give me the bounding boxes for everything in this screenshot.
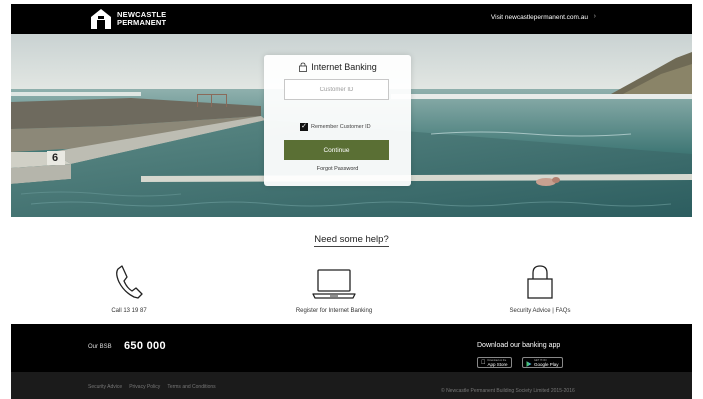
download-app-title: Download our banking app xyxy=(477,342,561,349)
pool-lane-number: 6 xyxy=(52,152,59,164)
help-label-security[interactable]: Security Advice | FAQs xyxy=(460,308,620,314)
visit-website-link[interactable]: Visit newcastlepermanent.com.au xyxy=(491,14,588,21)
help-heading: Need some help? xyxy=(0,234,703,247)
newcastle-permanent-logo[interactable]: NEWCASTLE PERMANENT xyxy=(89,6,166,32)
phone-icon xyxy=(49,262,209,300)
bsb-value: 650 000 xyxy=(124,340,166,352)
remember-customer-id-row[interactable]: ✓ Remember Customer ID xyxy=(300,123,371,131)
footer-link-terms[interactable]: Terms and Conditions xyxy=(167,384,215,390)
login-title-text: Internet Banking xyxy=(311,62,377,72)
chevron-right-icon: › xyxy=(593,13,596,20)
app-store-button[interactable]:  Download on the App Store xyxy=(477,357,512,368)
remember-label: Remember Customer ID xyxy=(311,124,371,130)
footer-main: Our BSB 650 000 Download our banking app… xyxy=(11,324,692,372)
security-lock-icon xyxy=(460,262,620,300)
login-title: Internet Banking xyxy=(264,62,411,72)
app-store-text: Download on the App Store xyxy=(488,359,508,367)
help-heading-text: Need some help? xyxy=(314,234,389,247)
continue-button[interactable]: Continue xyxy=(284,140,389,160)
google-play-button[interactable]: GET IT ON Google Play xyxy=(522,357,563,368)
customer-id-input[interactable] xyxy=(284,79,389,100)
top-header: NEWCASTLE PERMANENT Visit newcastleperma… xyxy=(0,0,703,34)
help-item-register[interactable]: Register for Internet Banking xyxy=(254,262,414,314)
footer-link-privacy-policy[interactable]: Privacy Policy xyxy=(129,384,160,390)
bsb-label: Our BSB xyxy=(88,344,112,350)
help-item-call[interactable]: Call 13 19 87 xyxy=(49,262,209,314)
footer-links: Security Advice Privacy Policy Terms and… xyxy=(88,384,216,390)
logo-mark-icon xyxy=(89,7,113,31)
google-play-text: GET IT ON Google Play xyxy=(534,359,559,367)
help-label-register[interactable]: Register for Internet Banking xyxy=(254,308,414,314)
apple-icon:  xyxy=(481,360,486,366)
app-store-large: App Store xyxy=(483,361,508,367)
logo-text: NEWCASTLE PERMANENT xyxy=(117,11,166,27)
footer-link-security-advice[interactable]: Security Advice xyxy=(88,384,122,390)
copyright-text: © Newcastle Permanent Building Society L… xyxy=(441,388,575,394)
google-play-icon xyxy=(526,354,532,372)
lock-icon xyxy=(298,62,308,72)
help-label-call[interactable]: Call 13 19 87 xyxy=(49,308,209,314)
login-card: Internet Banking ✓ Remember Customer ID … xyxy=(264,55,411,186)
forgot-password-link[interactable]: Forgot Password xyxy=(264,166,411,172)
footer-bottom: Security Advice Privacy Policy Terms and… xyxy=(11,372,692,399)
logo-line-2: PERMANENT xyxy=(117,18,167,27)
header-bar: NEWCASTLE PERMANENT Visit newcastleperma… xyxy=(11,4,692,34)
help-item-security[interactable]: Security Advice | FAQs xyxy=(460,262,620,314)
google-play-large: Google Play xyxy=(534,361,559,367)
laptop-icon xyxy=(254,262,414,300)
remember-checkbox[interactable]: ✓ xyxy=(300,123,308,131)
